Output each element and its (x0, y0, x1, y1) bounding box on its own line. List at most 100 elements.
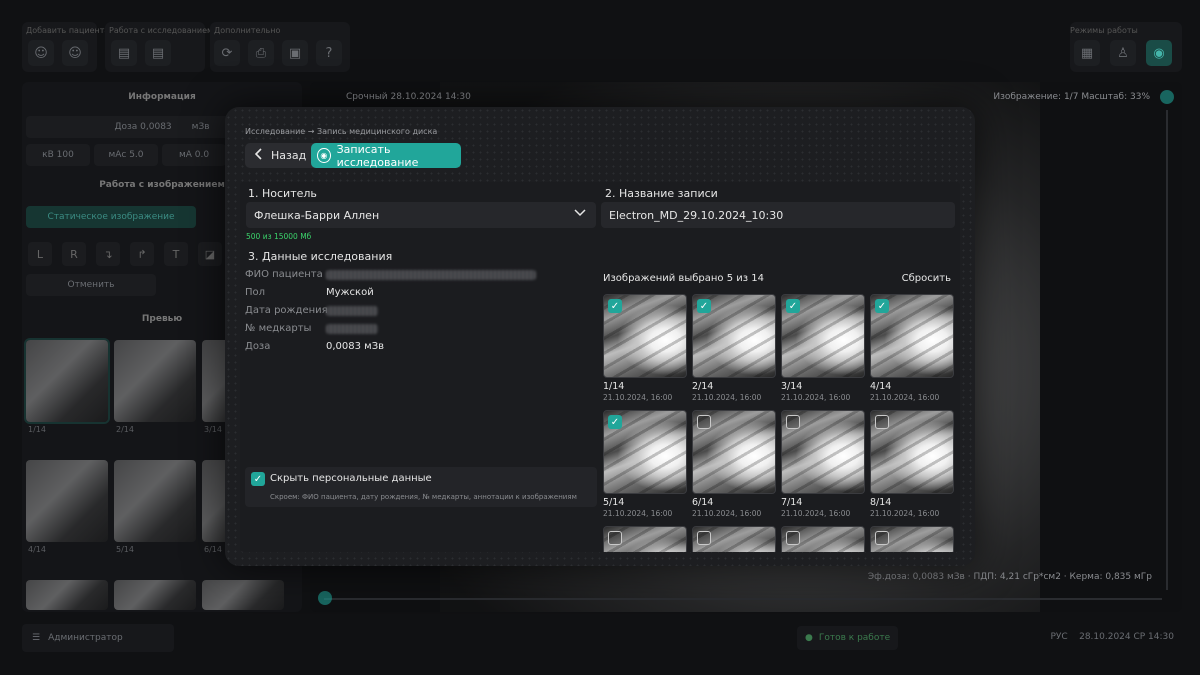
xray-thumbnail[interactable] (870, 526, 954, 552)
write-study-button[interactable]: ◉ Записать исследование (311, 142, 461, 169)
help-icon[interactable]: ? (316, 40, 342, 66)
language-selector[interactable]: РУС (1050, 632, 1067, 642)
xray-thumbnail[interactable] (781, 410, 865, 494)
image-date: 21.10.2024, 16:00 (692, 509, 762, 518)
image-select-checkbox[interactable]: ✓ (875, 299, 889, 313)
image-tile[interactable]: ✓ 3/14 21.10.2024, 16:00 (781, 294, 865, 402)
refresh-icon[interactable]: ⟳ (214, 40, 240, 66)
print-icon[interactable]: ⎙ (248, 40, 274, 66)
image-tile[interactable]: ✓ 1/14 21.10.2024, 16:00 (603, 294, 687, 402)
tool-left-marker[interactable]: L (28, 242, 52, 266)
xray-thumbnail[interactable]: ✓ (603, 410, 687, 494)
preview-thumb[interactable] (26, 580, 108, 610)
ready-icon: ● (805, 633, 813, 643)
user-menu[interactable]: ☰ Администратор (22, 624, 174, 652)
image-tile[interactable]: ✓ 4/14 21.10.2024, 16:00 (870, 294, 954, 402)
image-tile[interactable]: ✓ 2/14 21.10.2024, 16:00 (692, 294, 776, 402)
image-tile[interactable]: 11/14 (781, 526, 865, 552)
toolbar-group-extra: Дополнительно ⟳ ⎙ ▣ ? (210, 22, 350, 72)
preview-thumb[interactable] (26, 340, 108, 422)
image-select-checkbox[interactable] (786, 531, 800, 545)
eff-dose: Эф.доза: 0,0083 мЗв (867, 572, 965, 582)
toolbar-group-label: Работа с исследованием (109, 26, 214, 35)
xray-thumbnail[interactable] (692, 526, 776, 552)
tool-contrast[interactable]: ◪ (198, 242, 222, 266)
toolbar-group-study: Работа с исследованием ▤ ▤ (105, 22, 213, 72)
record-name-input[interactable]: Electron_MD_29.10.2024_10:30 (601, 202, 955, 228)
mode-group-label: Режимы работы (1070, 26, 1138, 35)
image-tile[interactable]: 10/14 (692, 526, 776, 552)
sex-label: Пол (245, 287, 266, 298)
image-select-checkbox[interactable]: ✓ (608, 299, 622, 313)
preview-thumb[interactable] (114, 340, 196, 422)
image-select-checkbox[interactable] (875, 415, 889, 429)
image-tile[interactable]: 8/14 21.10.2024, 16:00 (870, 410, 954, 518)
image-select-checkbox[interactable] (697, 415, 711, 429)
image-tile[interactable]: ✓ 5/14 21.10.2024, 16:00 (603, 410, 687, 518)
viewer-urgency: Срочный 28.10.2024 14:30 (346, 92, 471, 102)
image-select-checkbox[interactable] (697, 531, 711, 545)
media-select[interactable]: Флешка-Барри Аллен (246, 202, 596, 228)
tool-right-marker[interactable]: R (62, 242, 86, 266)
image-select-checkbox[interactable] (786, 415, 800, 429)
static-image-button[interactable]: Статическое изображение (26, 206, 196, 228)
image-select-checkbox[interactable]: ✓ (608, 415, 622, 429)
write-study-label: Записать исследование (336, 142, 419, 169)
preview-thumb[interactable] (114, 460, 196, 542)
patient-name-hidden (326, 270, 536, 280)
study-edit-icon[interactable]: ▤ (145, 40, 171, 66)
study-icon[interactable]: ▤ (111, 40, 137, 66)
patient-name-label: ФИО пациента (245, 269, 323, 280)
section-media-title: 1. Носитель (248, 187, 317, 200)
dose-chip-value: Доза 0,0083 (114, 122, 172, 132)
xray-thumbnail[interactable]: ✓ (603, 294, 687, 378)
section-study-data-title: 3. Данные исследования (248, 250, 393, 263)
dob-label: Дата рождения (245, 305, 328, 316)
preview-thumb-num: 5/14 (116, 545, 134, 554)
preview-thumb[interactable] (114, 580, 196, 610)
xray-thumbnail[interactable] (870, 410, 954, 494)
image-tile[interactable]: 6/14 21.10.2024, 16:00 (692, 410, 776, 518)
tool-rotate-ccw[interactable]: ↱ (130, 242, 154, 266)
image-select-checkbox[interactable]: ✓ (786, 299, 800, 313)
image-select-checkbox[interactable] (875, 531, 889, 545)
image-select-checkbox[interactable] (608, 531, 622, 545)
mas-chip: мАс 5.0 (94, 144, 158, 166)
image-tile[interactable]: 12/14 (870, 526, 954, 552)
xray-thumbnail[interactable] (603, 526, 687, 552)
image-tile[interactable]: 7/14 21.10.2024, 16:00 (781, 410, 865, 518)
add-patient-icon[interactable]: ☺ (28, 40, 54, 66)
reset-selection-link[interactable]: Сбросить (902, 273, 951, 284)
card-number-label: № медкарты (245, 323, 312, 334)
vertical-slider-knob[interactable] (1160, 90, 1174, 104)
frame-slider-track[interactable] (324, 598, 1162, 600)
mode-scan-icon[interactable]: ◉ (1146, 40, 1172, 66)
frame-slider-knob[interactable] (318, 591, 332, 605)
cancel-button[interactable]: Отменить (26, 274, 156, 296)
image-date: 21.10.2024, 16:00 (870, 509, 940, 518)
xray-thumbnail[interactable]: ✓ (781, 294, 865, 378)
image-number: 2/14 (692, 381, 714, 392)
dose-chip-unit: мЗв (191, 122, 210, 132)
mode-gallery-icon[interactable]: ▦ (1074, 40, 1100, 66)
tool-rotate-cw[interactable]: ↴ (96, 242, 120, 266)
remove-patient-icon[interactable]: ☺ (62, 40, 88, 66)
tool-text[interactable]: T (164, 242, 188, 266)
preview-thumb[interactable] (26, 460, 108, 542)
xray-thumbnail[interactable] (781, 526, 865, 552)
xray-thumbnail[interactable]: ✓ (870, 294, 954, 378)
image-select-checkbox[interactable]: ✓ (697, 299, 711, 313)
image-date: 21.10.2024, 16:00 (870, 393, 940, 402)
viewer-image-info: Изображение: 1/7 Масштаб: 33% (993, 92, 1150, 102)
sex-value: Мужской (326, 287, 374, 298)
mode-patient-icon[interactable]: ♙ (1110, 40, 1136, 66)
xray-thumbnail[interactable] (692, 410, 776, 494)
preview-thumb[interactable] (202, 580, 284, 610)
hide-personal-data-checkbox[interactable]: ✓ (251, 472, 265, 486)
vertical-slider-track[interactable] (1166, 110, 1168, 590)
disk-icon[interactable]: ▣ (282, 40, 308, 66)
xray-thumbnail[interactable]: ✓ (692, 294, 776, 378)
image-date: 21.10.2024, 16:00 (603, 393, 673, 402)
image-number: 4/14 (870, 381, 892, 392)
image-tile[interactable]: 9/14 (603, 526, 687, 552)
